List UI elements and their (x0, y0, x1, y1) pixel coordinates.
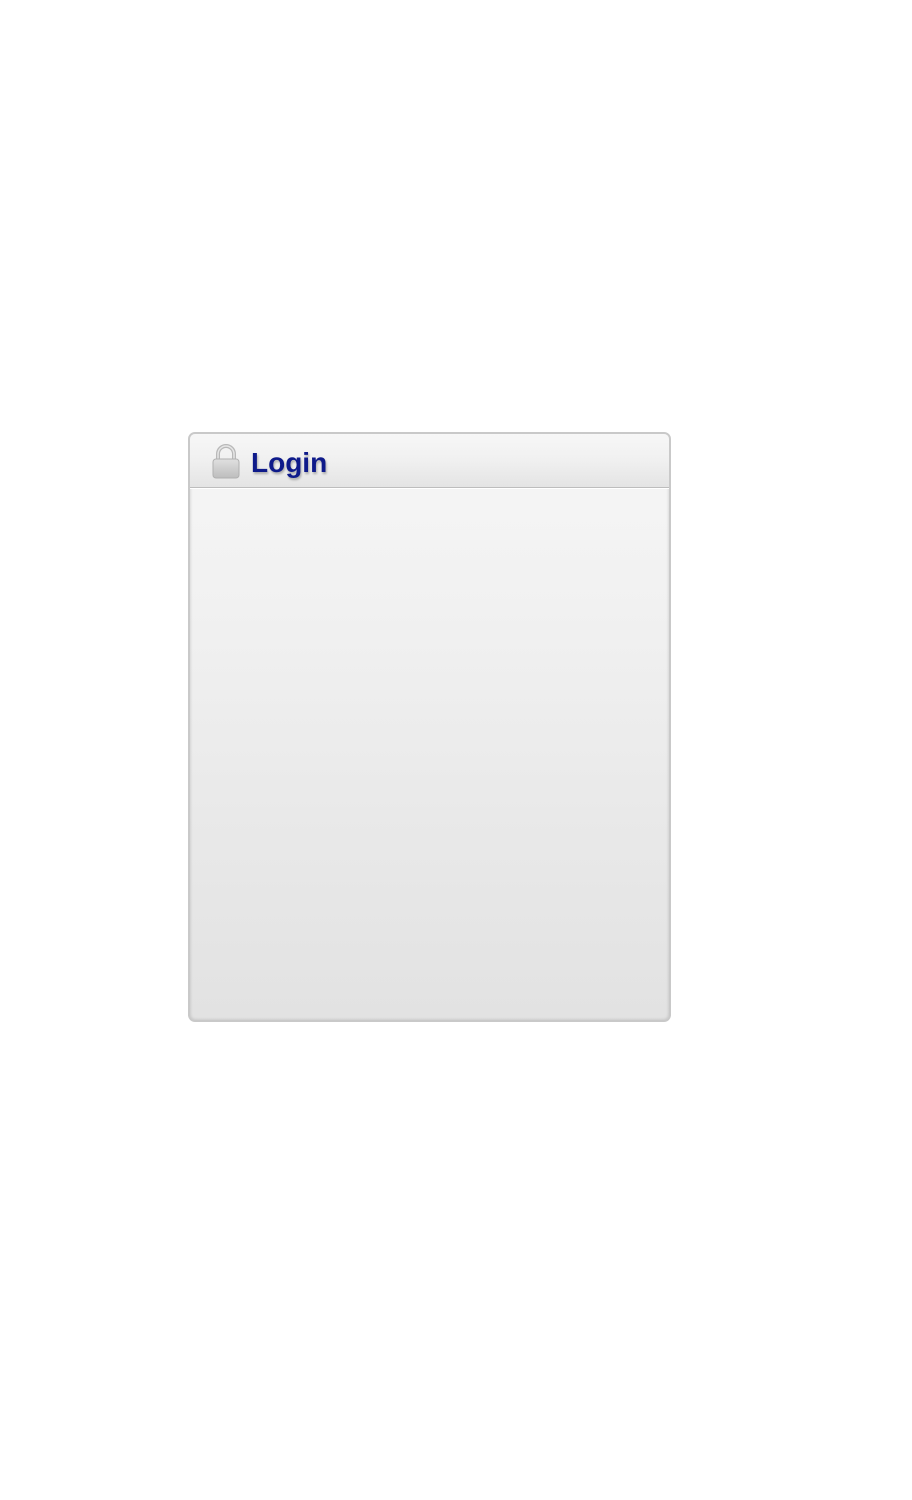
login-title: Login (251, 447, 328, 478)
login-panel: Login (188, 432, 671, 1022)
lock-icon (212, 444, 240, 479)
login-body (190, 488, 669, 1020)
login-header: Login (190, 434, 669, 488)
